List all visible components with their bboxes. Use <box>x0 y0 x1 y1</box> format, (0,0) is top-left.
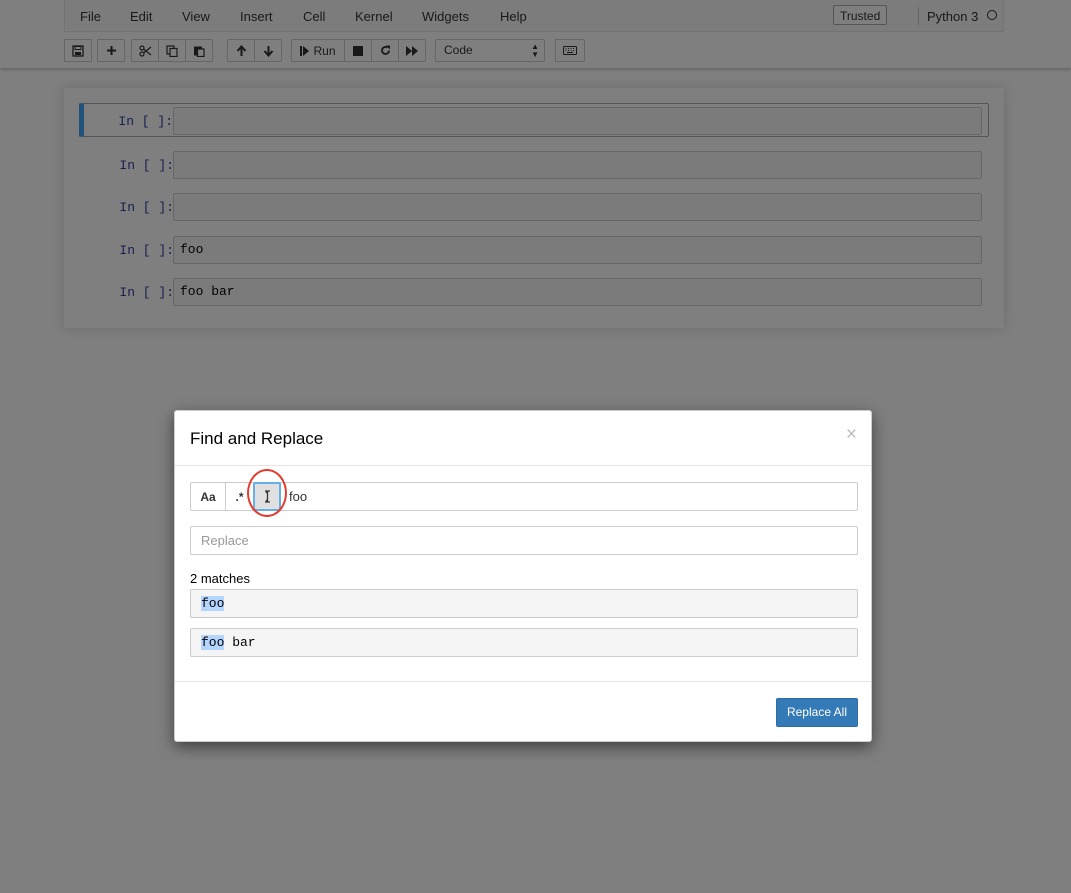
match-count: 2 matches <box>190 571 250 586</box>
close-icon[interactable]: × <box>846 425 857 445</box>
modal-footer-divider <box>175 681 871 682</box>
modal-header-divider <box>175 465 871 466</box>
replace-all-button[interactable]: Replace All <box>776 698 858 727</box>
search-input[interactable]: foo <box>289 489 307 504</box>
replace-input[interactable]: Replace <box>190 526 858 555</box>
match-rest: bar <box>224 635 256 650</box>
match-case-button[interactable]: Aa <box>191 483 226 510</box>
modal-title: Find and Replace <box>190 429 324 448</box>
match-item: foo <box>190 589 858 618</box>
match-highlight: foo <box>201 635 225 650</box>
match-highlight: foo <box>201 596 225 611</box>
find-replace-dialog: Find and Replace × Aa .* foo Replace 2 m… <box>174 410 872 742</box>
annotation-circle <box>247 469 287 517</box>
search-input-group: Aa .* foo <box>190 482 858 511</box>
match-item: foo bar <box>190 628 858 657</box>
